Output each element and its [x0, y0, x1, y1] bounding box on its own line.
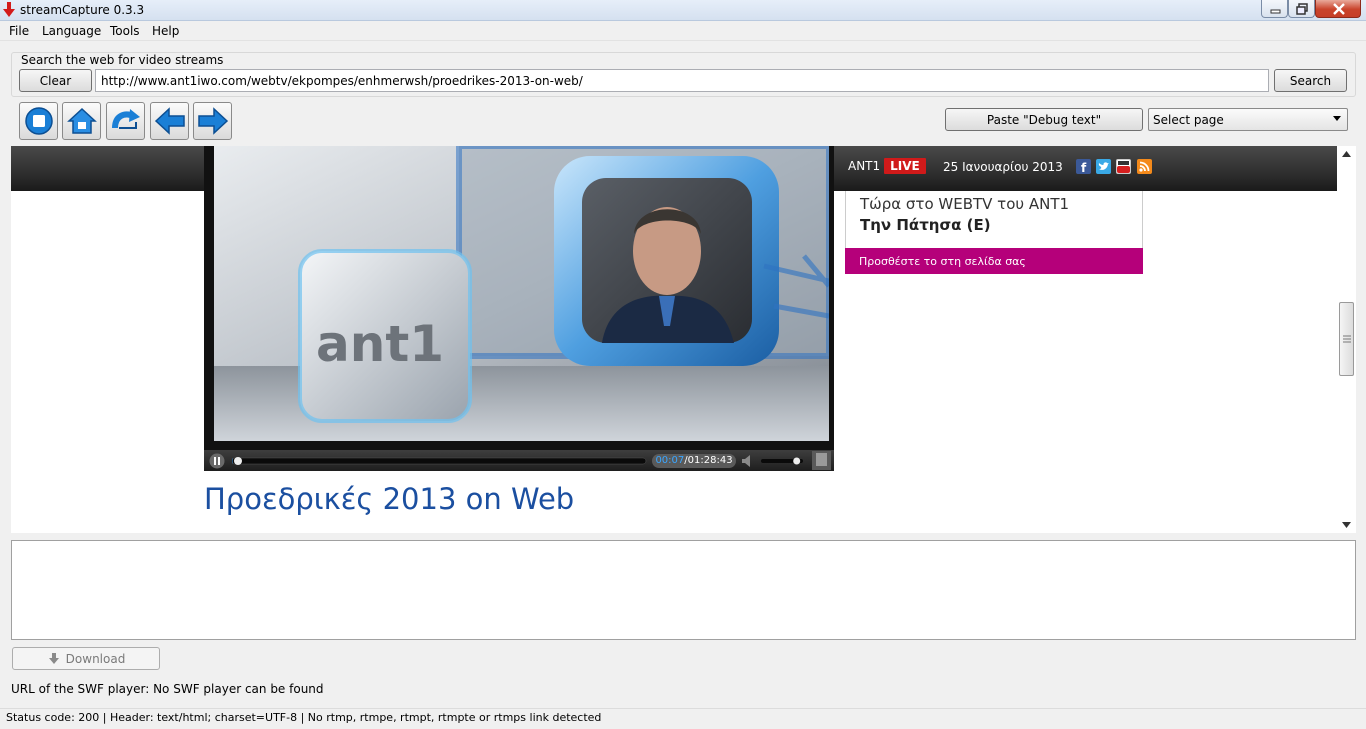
- status-text: Status code: 200 | Header: text/html; ch…: [6, 711, 602, 724]
- video-frame: ant1: [204, 146, 834, 471]
- home-icon: [66, 107, 97, 134]
- maximize-button[interactable]: [1288, 0, 1315, 18]
- search-button[interactable]: Search: [1274, 69, 1347, 92]
- stop-button[interactable]: [19, 102, 58, 140]
- download-icon: [48, 652, 59, 664]
- video-logo-text: ant1: [316, 315, 444, 373]
- download-button[interactable]: Download: [12, 647, 160, 670]
- fullscreen-icon[interactable]: [812, 451, 831, 470]
- brand-label: ANT1: [848, 159, 881, 173]
- scroll-thumb[interactable]: [1339, 302, 1354, 376]
- home-button[interactable]: [62, 102, 101, 140]
- select-page-dropdown[interactable]: Select page: [1148, 108, 1348, 131]
- search-group-label: Search the web for video streams: [21, 53, 224, 67]
- time-display: 00:07/01:28:43: [652, 454, 736, 468]
- youtube-icon[interactable]: [1116, 159, 1131, 174]
- live-badge: LIVE: [884, 158, 926, 174]
- clear-button[interactable]: Clear: [19, 69, 92, 92]
- maximize-icon: [1296, 3, 1308, 15]
- status-bar: Status code: 200 | Header: text/html; ch…: [0, 708, 1366, 729]
- pause-icon[interactable]: [209, 453, 225, 469]
- menu-language[interactable]: Language: [42, 24, 101, 38]
- grip-icon: [1343, 335, 1351, 343]
- close-button[interactable]: [1315, 0, 1361, 18]
- add-to-page-link[interactable]: Προσθέστε το στη σελίδα σας: [845, 248, 1143, 274]
- reload-button[interactable]: [106, 102, 145, 140]
- volume-slider[interactable]: [761, 455, 805, 467]
- current-time: 00:07: [655, 455, 685, 466]
- minimize-icon: [1270, 9, 1281, 14]
- forward-button[interactable]: [193, 102, 232, 140]
- reload-icon: [111, 109, 140, 129]
- download-arrow-icon: [3, 2, 15, 17]
- back-button[interactable]: [150, 102, 189, 140]
- minimize-button[interactable]: [1261, 0, 1288, 18]
- video-player[interactable]: ant1: [204, 146, 834, 471]
- now-playing-show[interactable]: Την Πάτησα (Ε): [860, 216, 991, 234]
- menu-file[interactable]: File: [9, 24, 29, 38]
- paste-debug-button[interactable]: Paste "Debug text": [945, 108, 1143, 131]
- url-input[interactable]: http://www.ant1iwo.com/webtv/ekpompes/en…: [95, 69, 1269, 92]
- live-indicator[interactable]: ANT1 LIVE: [848, 158, 926, 174]
- scroll-down-icon[interactable]: [1342, 522, 1351, 528]
- seek-bar[interactable]: [232, 455, 648, 467]
- site-date: 25 Ιανουαρίου 2013: [943, 160, 1063, 174]
- menu-tools[interactable]: Tools: [110, 24, 140, 38]
- back-arrow-icon: [154, 107, 185, 135]
- web-view[interactable]: ANT1 LIVE 25 Ιανουαρίου 2013 f ant1 00:0…: [11, 146, 1356, 533]
- forward-arrow-icon: [197, 107, 228, 135]
- svg-text:f: f: [1081, 161, 1087, 174]
- volume-icon[interactable]: [741, 455, 755, 467]
- chevron-down-icon: [1333, 116, 1341, 121]
- window-title: streamCapture 0.3.3: [20, 3, 145, 17]
- close-icon: [1333, 3, 1345, 15]
- twitter-icon[interactable]: [1096, 159, 1111, 174]
- total-time: 01:28:43: [687, 455, 733, 466]
- facebook-icon[interactable]: f: [1076, 159, 1091, 175]
- stop-icon: [24, 107, 53, 135]
- swf-player-info: URL of the SWF player: No SWF player can…: [11, 682, 324, 696]
- now-playing-title: Τώρα στο WEBTV του ANT1: [860, 195, 1070, 213]
- page-heading[interactable]: Προεδρικές 2013 on Web: [204, 482, 574, 516]
- rss-icon[interactable]: [1137, 159, 1152, 174]
- menu-bar: File Language Tools Help: [0, 21, 1366, 41]
- app-window: streamCapture 0.3.3 File Language Tools …: [0, 0, 1366, 729]
- scroll-up-icon[interactable]: [1342, 151, 1351, 157]
- title-bar: streamCapture 0.3.3: [0, 0, 1366, 21]
- web-vertical-scrollbar[interactable]: [1337, 146, 1356, 533]
- menu-help[interactable]: Help: [152, 24, 179, 38]
- download-label: Download: [65, 651, 126, 666]
- output-log[interactable]: [11, 540, 1356, 640]
- player-controls: 00:07/01:28:43: [204, 450, 834, 471]
- select-page-value: Select page: [1153, 113, 1224, 127]
